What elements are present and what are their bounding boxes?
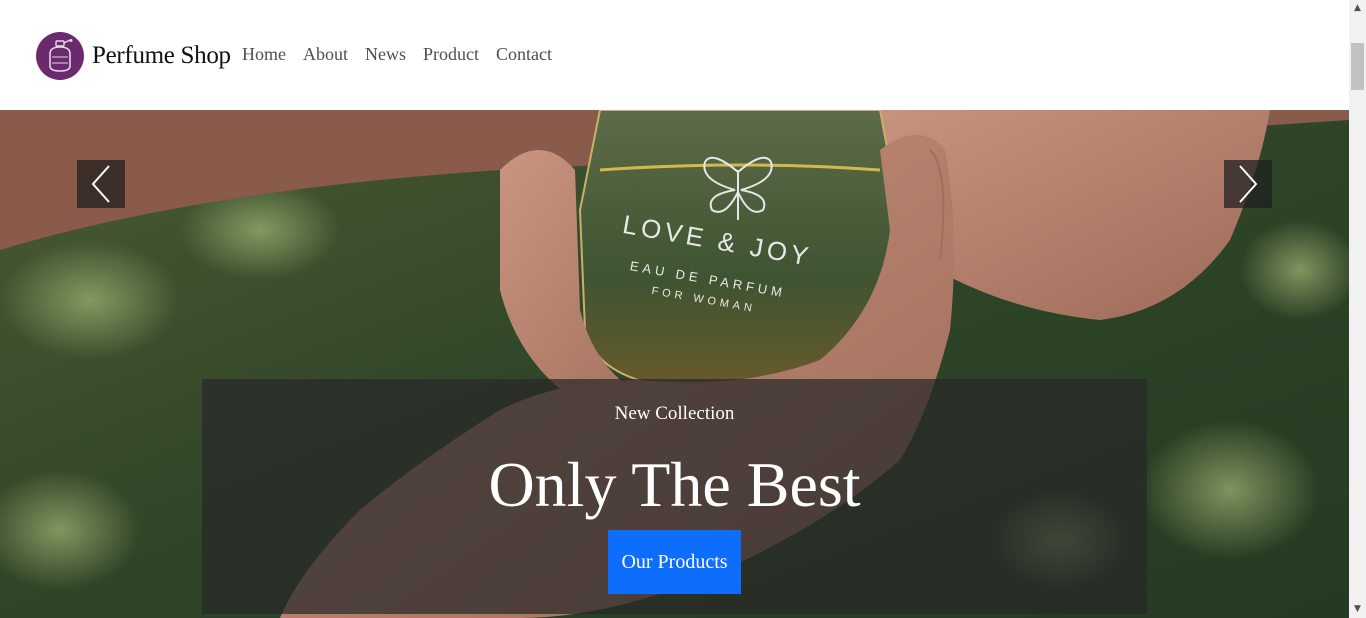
nav-home[interactable]: Home <box>242 44 286 65</box>
scroll-up-icon[interactable]: ▲ <box>1349 0 1366 17</box>
scrollbar-thumb[interactable] <box>1351 43 1364 90</box>
chevron-right-icon <box>1239 165 1258 203</box>
page: Perfume Shop Home About News Product Con… <box>0 0 1366 618</box>
brand[interactable]: Perfume Shop <box>36 32 231 80</box>
main-nav: Home About News Product Contact <box>242 44 552 65</box>
site-header: Perfume Shop Home About News Product Con… <box>0 0 1349 110</box>
caption-title: Only The Best <box>488 449 861 520</box>
carousel-prev-button[interactable] <box>77 160 125 208</box>
chevron-left-icon <box>91 165 110 203</box>
hero-caption: New Collection Only The Best Our Product… <box>202 379 1147 614</box>
nav-contact[interactable]: Contact <box>496 44 552 65</box>
scroll-down-icon[interactable]: ▼ <box>1349 601 1366 618</box>
brand-name[interactable]: Perfume Shop <box>92 42 231 70</box>
perfume-bottle-icon[interactable] <box>36 32 84 80</box>
nav-product[interactable]: Product <box>423 44 479 65</box>
caption-subtitle: New Collection <box>614 403 735 424</box>
our-products-button[interactable]: Our Products <box>608 530 741 594</box>
hero-carousel: LOVE & JOY EAU DE PARFUM FOR WOMAN New C… <box>0 110 1349 618</box>
nav-news[interactable]: News <box>365 44 406 65</box>
page-scrollbar[interactable]: ▲ ▼ <box>1349 0 1366 618</box>
nav-about[interactable]: About <box>303 44 348 65</box>
carousel-next-button[interactable] <box>1224 160 1272 208</box>
